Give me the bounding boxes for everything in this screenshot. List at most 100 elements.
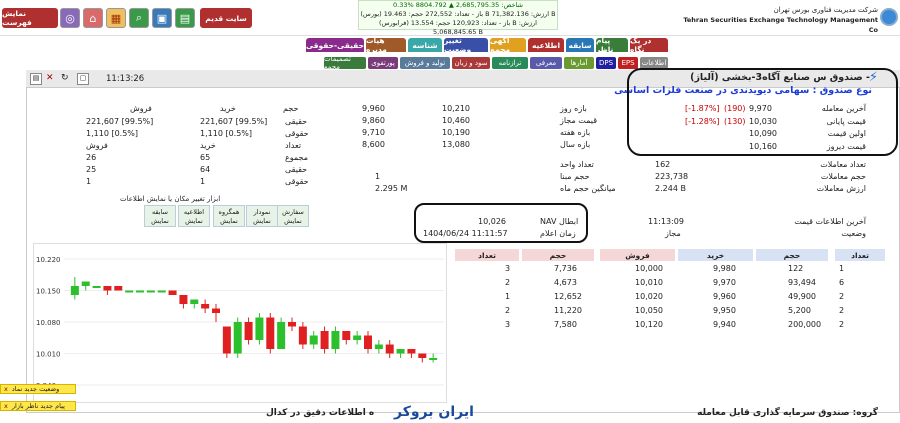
candle-body bbox=[70, 286, 79, 295]
candle-body bbox=[298, 326, 307, 345]
chart-icon[interactable]: ▤ bbox=[175, 8, 195, 28]
search-icon[interactable]: ⌕ bbox=[129, 8, 149, 28]
last-info-label: آخرین اطلاعات قیمت bbox=[794, 217, 866, 226]
tab-row1-item[interactable]: شناسه bbox=[408, 38, 442, 52]
orderbook-header: تعداد bbox=[455, 249, 519, 261]
top-bar: نمایش فهرست ◎ ⌂ ▦ ⌕ ▣ ▤ سایت قدیم شاخص: … bbox=[0, 0, 900, 36]
hq-row-label: حقوقی bbox=[285, 129, 309, 138]
bourse-line: (بورس) باز - تعداد: 272,552 حجم: 19.463 … bbox=[360, 10, 556, 18]
orderbook-cell: 11,220 bbox=[554, 306, 582, 315]
tab-row2-item[interactable]: معرفی bbox=[530, 57, 562, 69]
tab-row1-item[interactable]: در یک نگاه bbox=[630, 36, 668, 54]
range-low: 9,710 bbox=[362, 128, 385, 137]
orderbook-cell: 2 bbox=[505, 278, 511, 287]
orderbook-cell: 1 bbox=[839, 264, 845, 273]
orderbook-cell: 3 bbox=[505, 264, 511, 273]
home-icon[interactable]: ⌂ bbox=[83, 8, 103, 28]
org-name: شرکت مدیریت فناوری بورس تهران Tehran Sec… bbox=[672, 5, 878, 35]
tab-row1-item[interactable]: آگهی مجمع bbox=[490, 36, 526, 54]
show-list-button[interactable]: نمایش فهرست bbox=[2, 8, 58, 28]
stat-value: 162 bbox=[655, 160, 671, 169]
tab-row2-item[interactable]: ترازنامه bbox=[492, 57, 528, 69]
range-low: 8,600 bbox=[362, 140, 385, 149]
stat-mid-value: 2.295 M bbox=[375, 184, 408, 193]
candle-body bbox=[277, 322, 286, 349]
tool-button-title: سفارش bbox=[282, 208, 304, 216]
tools-icon[interactable]: ✕ bbox=[46, 73, 58, 85]
tab-row2-item[interactable]: DPS bbox=[596, 57, 616, 69]
tool-button[interactable]: اطلاعیه نمایش bbox=[178, 205, 210, 227]
range-high: 10,460 bbox=[442, 116, 470, 125]
range-high: 10,190 bbox=[442, 128, 470, 137]
stat-mid-label: حجم مبنا bbox=[560, 172, 590, 181]
notice-status[interactable]: x وضعیت جدید نماد bbox=[0, 384, 76, 394]
index-line: شاخص: 2,685,795.35 ▲ 8804.792 %0.33 bbox=[393, 1, 523, 9]
tab-row2-item[interactable]: تصمیمات مجمع bbox=[324, 55, 366, 71]
tool-button-action: نمایش bbox=[253, 217, 271, 225]
candle-body bbox=[385, 344, 394, 354]
hq-sell: 221,607 [99.5%] bbox=[86, 117, 154, 126]
old-site-button[interactable]: سایت قدیم bbox=[200, 8, 252, 28]
tool-button-action: نمایش bbox=[284, 217, 302, 225]
tools-title: ابزار تغییر مکان یا نمایش اطلاعات bbox=[120, 195, 221, 203]
table-icon[interactable]: ▦ bbox=[106, 8, 126, 28]
orderbook-cell: 9,960 bbox=[713, 292, 736, 301]
tab-row1-item[interactable]: حقیقی-حقوقی bbox=[306, 38, 364, 52]
tool-button[interactable]: سابقه نمایش bbox=[144, 205, 176, 227]
tool-button[interactable]: نمودار نمایش bbox=[246, 205, 278, 227]
orderbook-cell: 2 bbox=[505, 306, 511, 315]
globe-icon[interactable]: ◎ bbox=[60, 8, 80, 28]
tab-row1-item[interactable]: سابقه bbox=[566, 38, 594, 52]
hq-sell: فروش bbox=[86, 141, 108, 150]
candle-body bbox=[179, 295, 188, 304]
candle-body bbox=[114, 286, 123, 291]
footer: گروه: صندوق سرمایه گذاری قابل معامله ه ا… bbox=[26, 404, 900, 423]
orderbook-cell: 10,000 bbox=[635, 264, 663, 273]
orderbook-cell: 3 bbox=[505, 320, 511, 329]
orderbook-cell: 2 bbox=[839, 292, 845, 301]
notice-close-icon[interactable]: x bbox=[4, 402, 8, 410]
notice-close-icon[interactable]: x bbox=[4, 385, 8, 393]
range-high: 13,080 bbox=[442, 140, 470, 149]
orderbook-cell: 5,200 bbox=[788, 306, 811, 315]
hq-row-label: تعداد bbox=[285, 141, 302, 150]
chart-ytick: 10.080 bbox=[36, 319, 61, 327]
tool-button-title: همگروه bbox=[218, 208, 240, 216]
orderbook-cell: 4,673 bbox=[554, 278, 577, 287]
orderbook-cell: 9,970 bbox=[713, 278, 736, 287]
refresh-icon[interactable]: ↻ bbox=[61, 73, 73, 85]
hq-buy: 64 bbox=[200, 165, 211, 174]
hq-header: فروش bbox=[130, 104, 152, 113]
clock-time: 11:13:26 bbox=[106, 74, 145, 84]
candle-body bbox=[266, 317, 275, 349]
codal-text: ه اطلاعات دقیق در کدال bbox=[266, 408, 375, 418]
candle-body bbox=[429, 358, 438, 360]
tab-row2-item[interactable]: سود و زیان bbox=[452, 57, 490, 69]
orderbook-cell: 49,900 bbox=[788, 292, 816, 301]
tab-row1-item[interactable]: هیات مدیره bbox=[366, 36, 406, 54]
tab-row1-item[interactable]: پیام ناظر bbox=[596, 36, 628, 54]
tool-button-action: نمایش bbox=[185, 217, 203, 225]
tab-row1-item[interactable]: اطلاعیه bbox=[528, 38, 564, 52]
candle-body bbox=[190, 299, 199, 304]
stat-label: ارزش معاملات bbox=[816, 184, 866, 193]
chart-ytick: 10.150 bbox=[36, 288, 61, 296]
tab-row2-item[interactable]: آمارها bbox=[564, 57, 594, 69]
hq-header: حجم bbox=[283, 104, 299, 113]
tool-button[interactable]: همگروه نمایش bbox=[213, 205, 245, 227]
tab-row2-item[interactable]: EPS bbox=[618, 57, 638, 69]
window-icon[interactable]: ▢ bbox=[77, 73, 89, 85]
doc-icon[interactable]: ▤ bbox=[30, 73, 42, 85]
orderbook-cell: 1 bbox=[505, 292, 511, 301]
market-summary: شاخص: 2,685,795.35 ▲ 8804.792 %0.33 (بور… bbox=[358, 0, 558, 36]
candle-body bbox=[353, 335, 362, 340]
candle-body bbox=[309, 335, 318, 345]
tab-row1-item[interactable]: تغییر وضعیت bbox=[444, 36, 488, 54]
grid-icon[interactable]: ▣ bbox=[152, 8, 172, 28]
tool-button[interactable]: سفارش نمایش bbox=[277, 205, 309, 227]
hq-sell: 1,110 [0.5%] bbox=[86, 129, 139, 138]
tab-row2-item[interactable]: پورتفوی bbox=[368, 57, 398, 69]
orderbook-cell: 10,050 bbox=[635, 306, 663, 315]
orderbook-header: خرید bbox=[678, 249, 753, 261]
tab-row2-item[interactable]: تولید و فروش bbox=[400, 57, 450, 69]
